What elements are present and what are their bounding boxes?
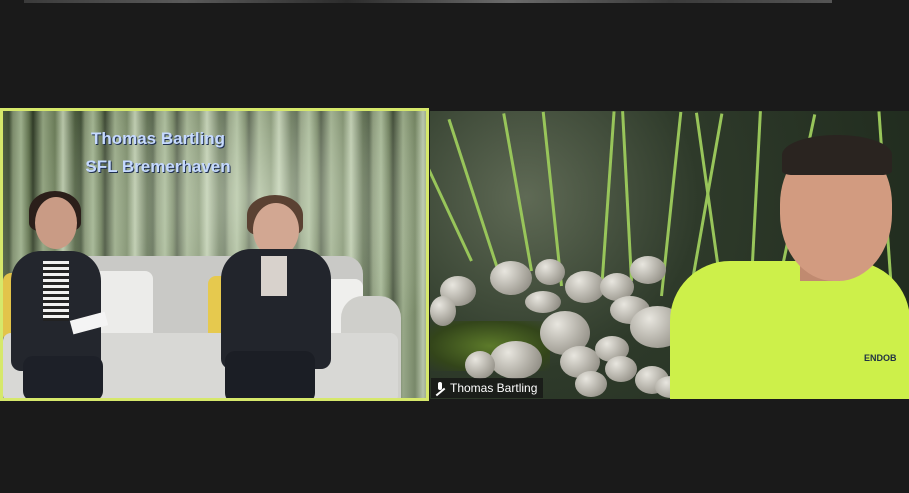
stone: [575, 371, 607, 397]
person-right-shirt: [261, 256, 287, 296]
overlay-organization-text: SFL Bremerhaven: [85, 157, 231, 176]
video-tile-participant[interactable]: ENDOB: [430, 111, 909, 399]
top-thumbnail-strip: [24, 0, 832, 3]
pillow-white: [93, 271, 153, 341]
stone: [490, 341, 542, 379]
participant-hair: [782, 135, 892, 175]
video-tile-studio[interactable]: Thomas Bartling SFL Bremerhaven: [0, 108, 429, 401]
stone: [535, 259, 565, 285]
stone: [630, 256, 666, 284]
stone: [490, 261, 532, 295]
person-right-legs: [225, 351, 315, 398]
person-left-head: [35, 197, 77, 249]
participant-shirt: [670, 261, 909, 399]
stone: [465, 351, 495, 379]
shirt-logo-text: ENDOB: [864, 353, 897, 363]
person-left-legs: [23, 356, 103, 398]
person-left-shirt: [43, 261, 69, 321]
participant-name-tag: Thomas Bartling: [431, 378, 544, 398]
stone: [565, 271, 605, 303]
stone: [525, 291, 561, 313]
participant-name-label: Thomas Bartling: [450, 381, 538, 395]
stone: [430, 296, 456, 326]
mic-muted-icon: [435, 382, 445, 394]
stone: [605, 356, 637, 382]
overlay-name-text: Thomas Bartling: [90, 129, 226, 148]
